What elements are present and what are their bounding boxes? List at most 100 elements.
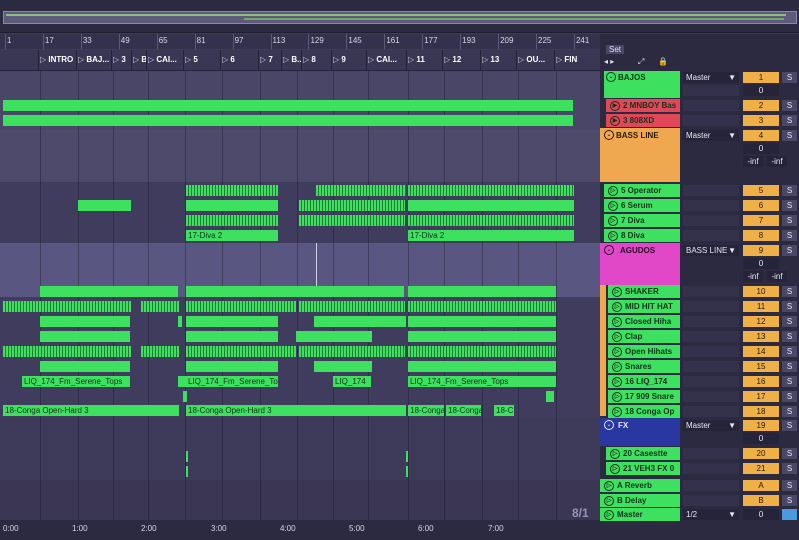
play-icon[interactable]: ▷ — [612, 362, 622, 372]
solo-button[interactable]: S — [782, 245, 797, 256]
track-header-areverb[interactable]: ▷ A Reverb — [600, 479, 680, 492]
solo-button[interactable]: S — [782, 286, 797, 297]
clip[interactable] — [299, 215, 405, 226]
track-number-button[interactable]: 21 — [743, 463, 779, 474]
play-icon[interactable]: ▷ — [608, 231, 618, 241]
collapse-icon[interactable]: ⌄ — [604, 420, 614, 430]
play-icon[interactable]: ▷ — [612, 347, 622, 357]
clip[interactable] — [406, 466, 408, 477]
track-header-closedhiha[interactable]: ▷ Closed Hiha — [608, 315, 680, 328]
track-header-serum[interactable]: ▷ 6 Serum — [604, 199, 680, 212]
record-icon[interactable]: ▶ — [610, 116, 620, 126]
clip[interactable] — [40, 286, 178, 297]
solo-button[interactable]: S — [782, 448, 797, 459]
solo-button[interactable]: S — [782, 463, 797, 474]
time-ruler[interactable]: 0:00 1:00 2:00 3:00 4:00 5:00 6:00 7:00 — [0, 520, 600, 540]
track-number-button[interactable]: 7 — [743, 215, 779, 226]
clip[interactable] — [186, 200, 278, 211]
locator-marker[interactable]: B... — [283, 55, 301, 64]
track-number-button[interactable]: 14 — [743, 346, 779, 357]
track-header-snare909[interactable]: ▷ 17 909 Snare — [608, 390, 680, 403]
clip[interactable] — [40, 331, 130, 342]
clip[interactable] — [40, 361, 130, 372]
clip[interactable] — [299, 346, 405, 357]
locator-bar[interactable]: INTROBAJ...3B...CAI...567B...89CAI...111… — [0, 50, 600, 71]
clip[interactable] — [186, 301, 296, 312]
track-header-congaop[interactable]: ▷ 18 Conga Op — [608, 405, 680, 418]
track-number-button[interactable]: B — [743, 495, 779, 506]
clip[interactable]: 17-Diva 2 — [186, 230, 278, 241]
solo-button[interactable]: S — [782, 130, 797, 141]
solo-button[interactable]: S — [782, 200, 797, 211]
clip[interactable]: LIQ_174_Fm_Serene_Tops — [186, 376, 278, 387]
track-header-shaker[interactable]: ▷ SHAKER — [608, 285, 680, 298]
play-icon[interactable]: ▷ — [604, 496, 614, 506]
track-number-button[interactable]: 12 — [743, 316, 779, 327]
track-number-button[interactable]: 19 — [743, 420, 779, 431]
clip[interactable]: 18-Conga Open-Hard 3 — [3, 405, 179, 416]
track-number-button[interactable]: 8 — [743, 230, 779, 241]
volume-field[interactable]: 0 — [743, 85, 779, 96]
locator-marker[interactable]: CAI... — [148, 55, 181, 64]
clip[interactable] — [3, 346, 131, 357]
locator-marker[interactable]: B... — [133, 55, 146, 64]
track-header-openhihats[interactable]: ▷ Open Hihats — [608, 345, 680, 358]
track-number-button[interactable]: 6 — [743, 200, 779, 211]
solo-button[interactable]: S — [782, 420, 797, 431]
track-header-diva8[interactable]: ▷ 8 Diva — [604, 229, 680, 242]
solo-button[interactable]: S — [782, 115, 797, 126]
clip[interactable] — [296, 331, 372, 342]
solo-button[interactable]: S — [782, 230, 797, 241]
clip[interactable] — [186, 331, 278, 342]
clip[interactable] — [314, 316, 406, 327]
track-header-clap[interactable]: ▷ Clap — [608, 330, 680, 343]
solo-button[interactable]: S — [782, 346, 797, 357]
collapse-icon[interactable]: ⌄ — [606, 72, 616, 82]
track-number-button[interactable]: 20 — [743, 448, 779, 459]
track-number-button[interactable]: 5 — [743, 185, 779, 196]
clip[interactable] — [141, 301, 179, 312]
clip[interactable] — [186, 185, 278, 196]
clip[interactable] — [408, 346, 556, 357]
track-header-midhit[interactable]: ▷ MID HIT HAT — [608, 300, 680, 313]
clip[interactable] — [186, 316, 278, 327]
clip[interactable] — [178, 376, 186, 387]
clip[interactable] — [408, 286, 556, 297]
locator-marker[interactable]: 6 — [222, 55, 257, 64]
track-header-liq174[interactable]: ▷ 16 LIQ_174 — [608, 375, 680, 388]
play-icon[interactable]: ▷ — [608, 216, 618, 226]
play-icon[interactable]: ▷ — [612, 377, 622, 387]
clip[interactable] — [186, 215, 278, 226]
solo-button[interactable]: S — [782, 406, 797, 417]
play-icon[interactable]: ▷ — [612, 317, 622, 327]
clip[interactable]: 18-Conga — [408, 405, 444, 416]
clip[interactable] — [141, 346, 179, 357]
output-routing-select[interactable]: 1/2 ▼ — [683, 509, 739, 520]
solo-button[interactable]: S — [782, 301, 797, 312]
track-header-mnboy[interactable]: ▶ 2 MNBOY Bas — [606, 99, 680, 112]
locator-marker[interactable]: 5 — [185, 55, 219, 64]
play-icon[interactable]: ▷ — [612, 332, 622, 342]
arrangement-overview[interactable] — [0, 0, 799, 33]
beat-time-ruler[interactable]: 1 17 33 49 65 81 97 113 129 145 161 177 193 209 225 241 — [0, 34, 600, 49]
track-header-veh3[interactable]: ▷ 21 VEH3 FX 0 — [606, 462, 680, 475]
play-icon[interactable]: ▷ — [612, 302, 622, 312]
locator-marker[interactable]: FIN — [556, 55, 596, 64]
clip[interactable] — [186, 451, 188, 462]
track-header-casestte[interactable]: ▷ 20 Casestte — [606, 447, 680, 460]
clip[interactable] — [3, 115, 573, 126]
clip[interactable] — [186, 361, 278, 372]
locator-marker[interactable]: OU... — [518, 55, 554, 64]
clip[interactable] — [299, 301, 405, 312]
locator-marker[interactable]: BAJ... — [78, 55, 111, 64]
clip[interactable]: 17-Diva 2 — [408, 230, 574, 241]
expand-icon[interactable]: ⤢ — [638, 57, 644, 67]
locator-marker[interactable]: 11 — [408, 55, 441, 64]
track-number-button[interactable]: 13 — [743, 331, 779, 342]
clip[interactable] — [408, 361, 556, 372]
solo-button[interactable]: S — [782, 316, 797, 327]
clip[interactable] — [406, 451, 408, 462]
track-number-button[interactable]: 18 — [743, 406, 779, 417]
clip[interactable]: 18-Conga Open-Hard 3 — [186, 405, 406, 416]
master-volume-field[interactable]: 0 — [743, 509, 779, 520]
